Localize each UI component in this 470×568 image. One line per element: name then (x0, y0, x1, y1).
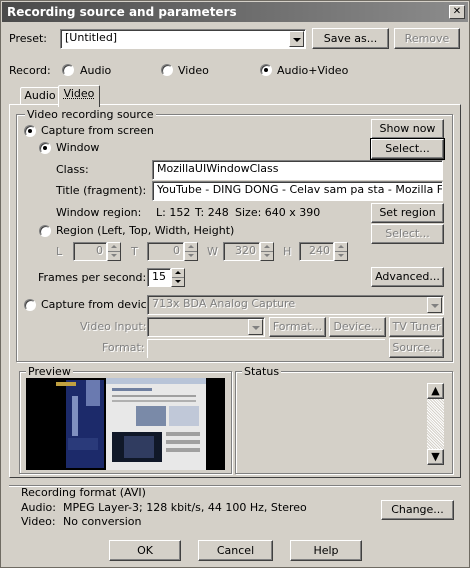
scroll-up-icon[interactable]: ▲ (427, 383, 444, 399)
fps-input[interactable]: 15 (147, 268, 171, 287)
record-video-radio[interactable] (161, 64, 173, 76)
window-region-top: T: 248 (195, 206, 229, 219)
window-title: Recording source and parameters (7, 5, 237, 19)
chevron-down-icon[interactable] (248, 319, 263, 335)
tab-video[interactable]: Video (58, 85, 100, 107)
window-region-label: Window region: (56, 206, 142, 219)
region-radio-label[interactable]: Region (Left, Top, Width, Height) (56, 224, 234, 238)
window-radio-label[interactable]: Window (56, 141, 99, 155)
close-icon[interactable]: ✕ (449, 5, 465, 19)
scroll-down-icon[interactable]: ▼ (427, 449, 444, 465)
tv-tuner-button[interactable]: TV Tuner (389, 317, 444, 337)
fps-label: Frames per second: (38, 271, 147, 284)
video-input-dropdown[interactable] (147, 317, 265, 337)
video-input-label: Video Input: (80, 320, 147, 333)
region-t-stepper[interactable] (184, 242, 198, 261)
video-source-group-title: Video recording source (25, 108, 156, 121)
window-radio[interactable] (39, 142, 51, 154)
region-h-input[interactable]: 240 (299, 242, 334, 261)
help-button[interactable]: Help (290, 540, 362, 561)
title-bar: Recording source and parameters ✕ (2, 2, 468, 22)
capture-device-radio[interactable] (24, 299, 36, 311)
fps-stepper[interactable] (171, 268, 185, 287)
capture-screen-label[interactable]: Capture from screen (41, 124, 154, 138)
device-dropdown[interactable]: 713x BDA Analog Capture (147, 295, 444, 315)
record-audio-label[interactable]: Audio (80, 64, 111, 78)
video-format-value: No conversion (63, 515, 142, 528)
class-field[interactable]: MozillaUIWindowClass (152, 160, 443, 180)
region-t-input[interactable]: 0 (147, 242, 184, 261)
preset-dropdown[interactable]: [Untitled] (60, 29, 306, 49)
change-format-button[interactable]: Change... (381, 500, 454, 520)
region-w-input[interactable]: 320 (223, 242, 260, 261)
preset-label: Preset: (9, 32, 48, 45)
region-radio[interactable] (39, 225, 51, 237)
remove-button[interactable]: Remove (394, 28, 460, 49)
select-region-button[interactable]: Select... (371, 224, 444, 244)
device-button[interactable]: Device... (329, 317, 386, 337)
recording-format-title: Recording format (AVI) (21, 486, 146, 499)
format-value-box (147, 339, 385, 358)
region-w-label: W (207, 245, 218, 258)
chevron-down-icon[interactable] (427, 297, 442, 313)
status-group (235, 371, 453, 474)
preview-group-title: Preview (26, 365, 73, 378)
audio-format-label: Audio: (21, 501, 56, 514)
record-audio-video-radio[interactable] (260, 64, 272, 76)
dialog-window: Recording source and parameters ✕ Preset… (0, 0, 470, 568)
advanced-button[interactable]: Advanced... (371, 267, 444, 287)
region-w-stepper[interactable] (260, 242, 274, 261)
region-l-label: L (56, 245, 63, 258)
ok-button[interactable]: OK (109, 540, 181, 561)
record-audio-radio[interactable] (62, 64, 74, 76)
status-group-title: Status (242, 365, 282, 378)
record-video-label[interactable]: Video (178, 64, 209, 78)
region-l-stepper[interactable] (107, 242, 121, 261)
region-h-label: H (283, 245, 292, 258)
chevron-down-icon[interactable] (289, 31, 304, 47)
region-t-label: T (131, 245, 138, 258)
show-now-button[interactable]: Show now (371, 119, 444, 139)
format-button[interactable]: Format... (269, 317, 326, 337)
video-format-label: Video: (21, 515, 56, 528)
title-fragment-label: Title (fragment): (56, 184, 147, 197)
tab-audio[interactable]: Audio (20, 87, 60, 105)
class-label: Class: (56, 163, 89, 176)
save-as-button[interactable]: Save as... (312, 28, 389, 49)
title-fragment-field[interactable]: YouTube - DING DONG - Celav sam pa sta -… (152, 181, 443, 201)
region-h-stepper[interactable] (334, 242, 348, 261)
record-label: Record: (9, 64, 51, 77)
capture-device-label[interactable]: Capture from device: (41, 298, 157, 312)
select-window-button[interactable]: Select... (370, 138, 445, 160)
audio-format-value: MPEG Layer-3; 128 kbit/s, 44 100 Hz, Ste… (63, 501, 307, 514)
region-l-input[interactable]: 0 (73, 242, 107, 261)
status-scrollbar[interactable]: ▲ ▼ (427, 383, 444, 465)
preview-image (26, 378, 225, 470)
preset-value: [Untitled] (65, 31, 118, 44)
window-region-size: Size: 640 x 390 (235, 206, 321, 219)
record-audio-video-label[interactable]: Audio+Video (277, 64, 348, 78)
format-label: Format: (102, 341, 145, 354)
source-button[interactable]: Source... (389, 338, 444, 358)
set-region-button[interactable]: Set region (371, 203, 444, 223)
window-region-left: L: 152 (156, 206, 191, 219)
cancel-button[interactable]: Cancel (198, 540, 273, 561)
capture-screen-radio[interactable] (24, 125, 36, 137)
